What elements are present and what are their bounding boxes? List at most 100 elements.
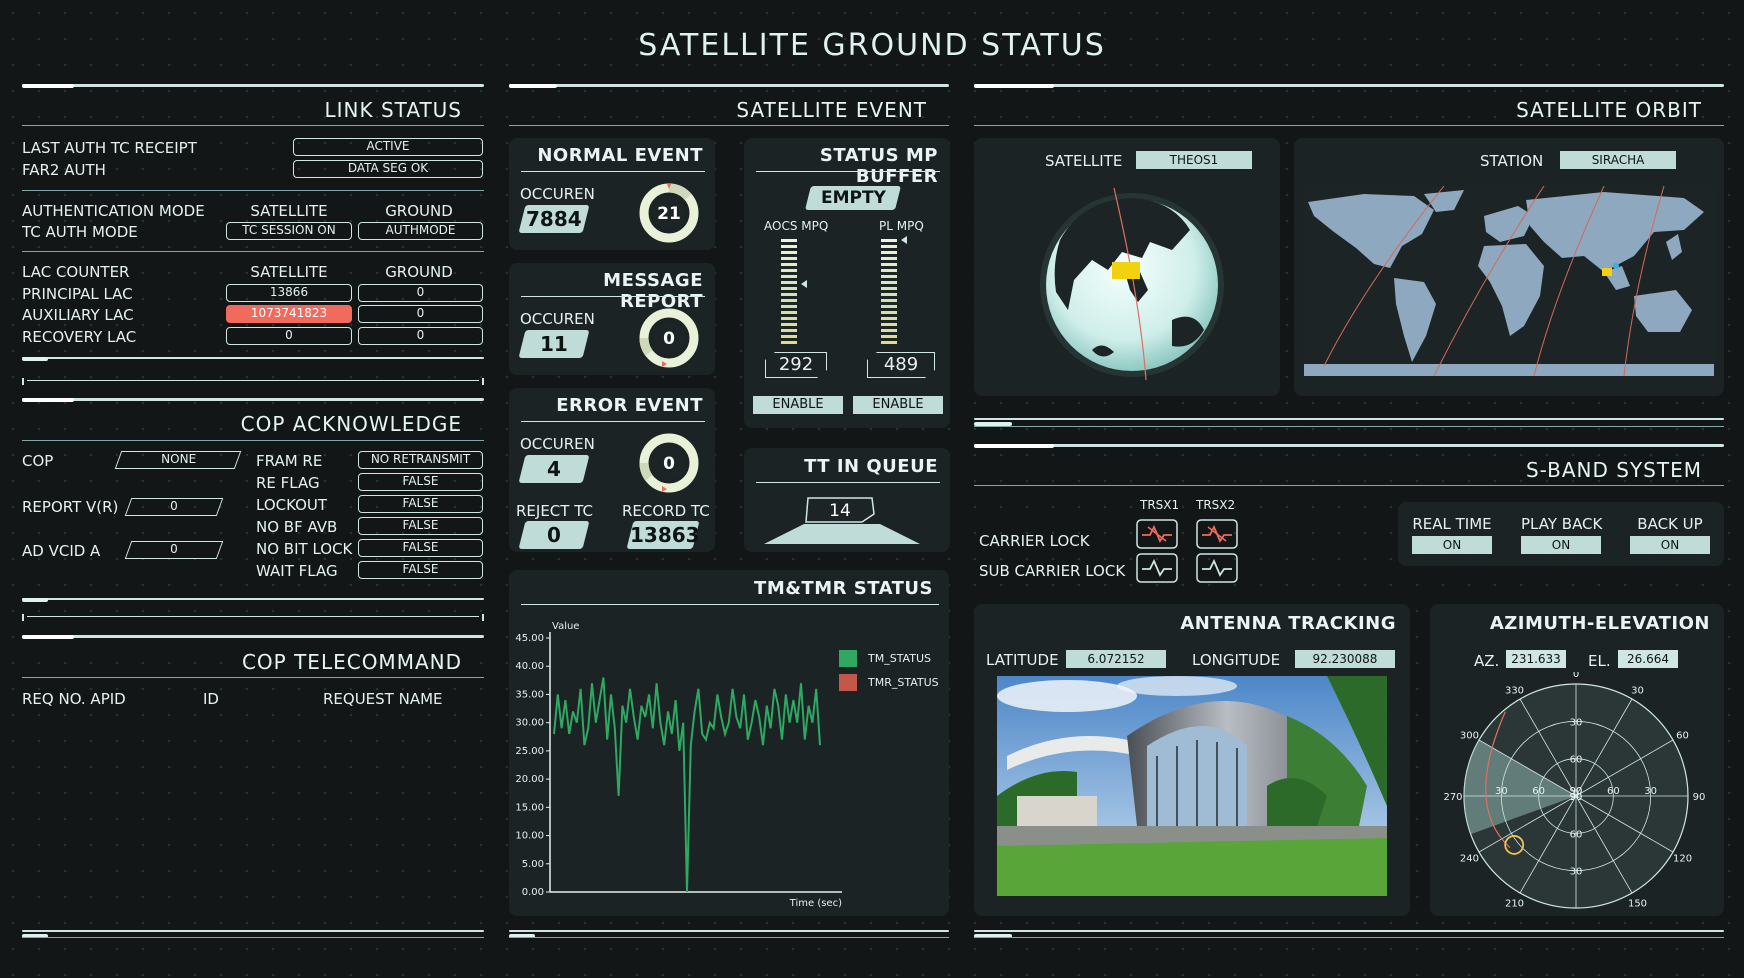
recovery-lac-label: RECOVERY LAC [22,328,137,346]
divider [509,84,949,87]
y-tick-label: 25.00 [515,746,544,757]
elevation-tick-label: 60 [1607,786,1620,797]
lac-counter-label: LAC COUNTER [22,263,130,281]
pl-mpq-marker [901,236,907,244]
elevation-tick-label: 30 [1570,867,1583,878]
message-occur-label: OCCUREN [520,310,595,328]
principal-lac-ground: 0 [358,284,483,302]
sband-modes-panel [1398,502,1724,566]
normal-occur-label: OCCUREN [520,185,595,203]
error-event-title: ERROR EVENT [556,395,703,416]
divider [22,251,484,252]
divider [509,930,949,932]
col-request-name: REQUEST NAME [323,690,443,708]
divider [22,937,484,938]
tc-auth-sat-value: TC SESSION ON [226,222,352,240]
satellite-marker [1112,262,1140,279]
divider-marker [22,84,74,88]
elevation-tick-label: 60 [1570,755,1583,766]
page-title: SATELLITE GROUND STATUS [638,28,1106,63]
station-label: STATION [1480,152,1544,170]
dashboard: SATELLITE GROUND STATUS LINK STATUS LAST… [0,0,1744,978]
cop-flag-label: RE FLAG [256,474,320,492]
azimuth-tick-label: 90 [1693,792,1706,803]
normal-event-title: NORMAL EVENT [537,145,703,166]
cop-label: COP [22,452,54,470]
divider [521,421,705,422]
divider [521,296,705,297]
pl-enable-button[interactable]: ENABLE [853,396,943,414]
divider [22,398,484,401]
col-req-no-apid: REQ NO. APID [22,690,126,708]
divider [974,444,1724,447]
cop-tc-title: COP TELECOMMAND [241,650,462,674]
tc-auth-ground-value: AUTHMODE [358,222,483,240]
elevation-tick-label: 60 [1570,829,1583,840]
trsx2-sub-carrier-lock-icon [1196,553,1238,583]
col-satellite-header: SATELLITE [250,202,328,220]
azimuth-tick-label: 60 [1676,731,1689,742]
y-tick-label: 35.00 [515,689,544,700]
azimuth-tick-label: 270 [1444,792,1463,803]
col-ground-header: GROUND [385,202,453,220]
divider-marker [974,444,1054,448]
ad-vcid-label: AD VCID A [22,542,101,560]
azimuth-tick-label: 30 [1631,685,1644,696]
record-tc-value: 13863 [626,521,700,549]
divider [974,426,1724,427]
longitude-label: LONGITUDE [1192,651,1281,669]
y-axis-label: Value [552,621,579,632]
principal-lac-label: PRINCIPAL LAC [22,285,133,303]
tm-status-chart: 0.00 5.00 10.00 15.00 20.00 25.00 30.00 35.00 40… [515,621,939,909]
tt-queue-display: 14 [764,497,920,544]
pl-mpq-value: 489 [867,352,935,378]
tm-status-title: TM&TMR STATUS [754,578,933,599]
far2-value: DATA SEG OK [293,160,483,178]
azimuth-tick-label: 150 [1628,899,1647,910]
az-label: AZ. [1474,652,1500,670]
azimuth-tick-label: 120 [1673,854,1692,865]
error-gauge: 0 [639,433,699,493]
message-occur-value: 11 [518,330,590,358]
satellite-event-title: SATELLITE EVENT [736,98,927,122]
divider [521,604,939,605]
legend-label: TMR_STATUS [867,676,939,689]
record-tc-label: RECORD TC [622,502,710,520]
sband-mode-label: REAL TIME [1412,515,1492,533]
divider [974,485,1724,486]
error-gauge-value: 0 [663,454,675,474]
tt-queue-title: TT IN QUEUE [804,456,938,477]
sband-title: S-BAND SYSTEM [1525,458,1702,482]
cop-flag-label: NO BF AVB [256,518,338,536]
cop-flag-label: WAIT FLAG [256,562,338,580]
y-tick-label: 10.00 [515,831,544,842]
divider [756,171,940,172]
divider-marker [22,398,74,402]
carrier-lock-label: CARRIER LOCK [979,532,1090,550]
sband-mode-toggle[interactable]: ON [1630,536,1710,554]
world-map [1304,186,1714,376]
scroll-track[interactable] [22,614,484,621]
y-tick-label: 40.00 [515,661,544,672]
col-ground-header: GROUND [385,263,453,281]
cop-flag-value: FALSE [358,517,483,535]
reject-tc-label: REJECT TC [516,502,593,520]
sband-mode-toggle[interactable]: ON [1521,536,1601,554]
sband-mode-label: BACK UP [1637,515,1703,533]
last-auth-label: LAST AUTH TC RECEIPT [22,139,197,157]
scroll-track[interactable] [22,378,484,385]
aocs-enable-button[interactable]: ENABLE [753,396,843,414]
azimuth-tick-label: 210 [1505,899,1524,910]
message-gauge: 0 [639,308,699,368]
sband-mode-toggle[interactable]: ON [1412,536,1492,554]
divider [974,930,1724,932]
az-value: 231.633 [1506,650,1566,668]
elevation-tick-label: 90 [1570,786,1583,797]
orbit-title: SATELLITE ORBIT [1516,98,1702,122]
aocs-mpq-value: 292 [765,352,827,378]
divider [756,482,940,483]
latitude-value: 6.072152 [1066,650,1166,668]
pl-mpq-label: PL MPQ [879,219,924,233]
normal-gauge: 21 [639,183,699,243]
cop-flag-value: FALSE [358,473,483,491]
